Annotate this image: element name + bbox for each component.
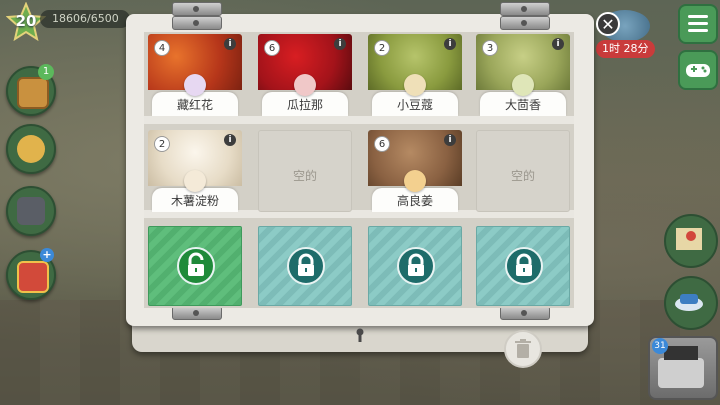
- item-name: 小豆蔻: [396, 98, 433, 112]
- trash-button[interactable]: [504, 330, 542, 368]
- empty-slot[interactable]: 空的: [258, 130, 352, 212]
- item-name: 木薯淀粉: [170, 194, 219, 208]
- item-name: 瓜拉那: [286, 98, 323, 112]
- spice-slot-anise[interactable]: 3 i 大茴香: [476, 34, 570, 116]
- keyhole-icon: [356, 328, 364, 342]
- coffee-button[interactable]: [664, 276, 718, 330]
- chest-hinge: [500, 16, 550, 30]
- gamepad-button[interactable]: [678, 50, 718, 90]
- book-badge: 1: [38, 64, 54, 80]
- xp-counter: 18606/6500: [40, 10, 130, 28]
- info-icon[interactable]: i: [552, 38, 564, 50]
- pot-icon: [17, 135, 45, 163]
- spice-slot-tapioca[interactable]: 2 i 木薯淀粉: [148, 130, 242, 212]
- item-name: 大茴香: [504, 98, 541, 112]
- tapioca-icon: [184, 170, 206, 192]
- chest-hinge: [500, 306, 550, 320]
- gamepad-icon: [686, 64, 710, 77]
- map-button[interactable]: [664, 214, 718, 268]
- unlockable-slot[interactable]: [148, 226, 242, 306]
- spice-slot-guarana[interactable]: 6 i 瓜拉那: [258, 34, 352, 116]
- menu-button[interactable]: [678, 4, 718, 44]
- item-count: 2: [154, 136, 170, 152]
- empty-slot[interactable]: 空的: [476, 130, 570, 212]
- unlocked-padlock-icon: [177, 247, 215, 285]
- locked-slot[interactable]: [368, 226, 462, 306]
- coffee-icon: [675, 294, 703, 311]
- chest-hinge: [172, 306, 222, 320]
- shelf: [144, 116, 574, 124]
- spice-slot-galangal[interactable]: 6 i 高良姜: [368, 130, 462, 212]
- anise-icon: [512, 74, 534, 96]
- book-icon: [17, 77, 49, 109]
- info-icon[interactable]: i: [444, 134, 456, 146]
- item-count: 3: [482, 40, 498, 56]
- info-icon[interactable]: i: [224, 38, 236, 50]
- locked-slot[interactable]: [476, 226, 570, 306]
- item-count: 2: [374, 40, 390, 56]
- chest-hinge: [172, 16, 222, 30]
- gift-badge: +: [40, 248, 54, 262]
- padlock-icon: [505, 247, 543, 285]
- item-name: 藏红花: [176, 98, 213, 112]
- spice-slot-cardamom[interactable]: 2 i 小豆蔻: [368, 34, 462, 116]
- padlock-icon: [287, 247, 325, 285]
- item-count: 6: [264, 40, 280, 56]
- close-button[interactable]: ✕: [596, 12, 620, 36]
- info-icon[interactable]: i: [444, 38, 456, 50]
- empty-label: 空的: [292, 169, 317, 183]
- info-icon[interactable]: i: [334, 38, 346, 50]
- guarana-icon: [294, 74, 316, 96]
- menu-icon: [688, 15, 708, 18]
- locked-slot[interactable]: [258, 226, 352, 306]
- chest-hinge: [500, 2, 550, 16]
- gift-icon: [17, 261, 49, 293]
- trash-icon: [515, 339, 531, 358]
- padlock-icon: [397, 247, 435, 285]
- cardamom-icon: [404, 74, 426, 96]
- item-count: 4: [154, 40, 170, 56]
- info-icon[interactable]: i: [224, 134, 236, 146]
- phone-button[interactable]: [6, 186, 56, 236]
- empty-label: 空的: [510, 169, 535, 183]
- item-count: 6: [374, 136, 390, 152]
- event-timer: 1时 28分: [596, 40, 655, 58]
- register-badge: 31: [652, 338, 668, 354]
- spice-slot-saffron[interactable]: 4 i 藏红花: [148, 34, 242, 116]
- galangal-icon: [404, 170, 426, 192]
- map-icon: [676, 228, 702, 250]
- item-name: 高良姜: [396, 194, 433, 208]
- phone-icon: [17, 197, 45, 225]
- chest-hinge: [172, 2, 222, 16]
- saffron-icon: [184, 74, 206, 96]
- cooking-button[interactable]: [6, 124, 56, 174]
